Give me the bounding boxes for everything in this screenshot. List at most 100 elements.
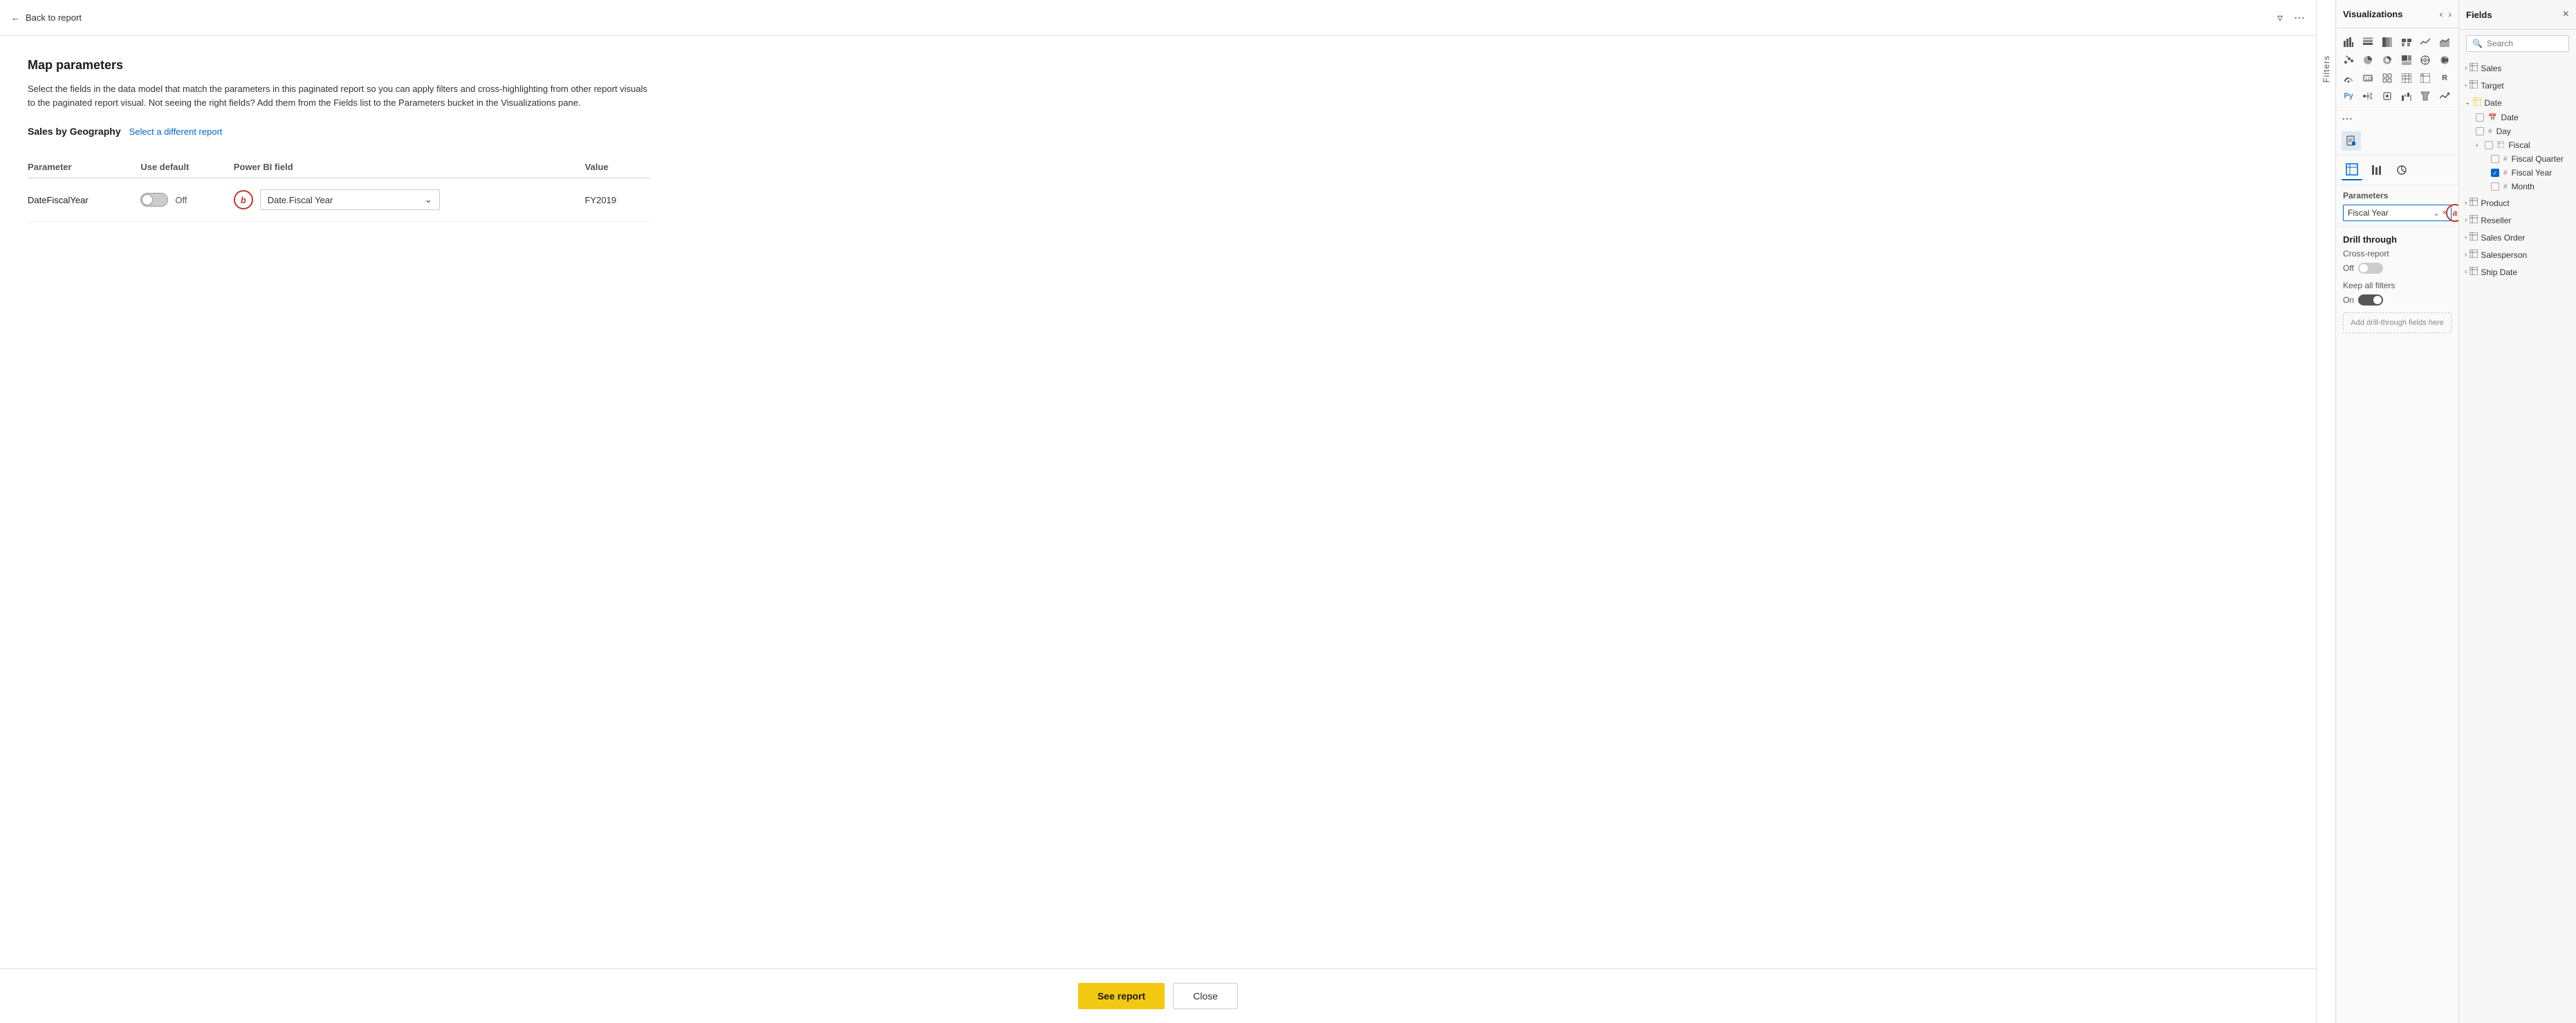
viz-icon-kpi[interactable]	[2436, 88, 2453, 104]
back-to-report-button[interactable]: ← Back to report	[11, 10, 82, 26]
viz-icon-table[interactable]	[2398, 70, 2415, 86]
field-item-fiscal-quarter[interactable]: # Fiscal Quarter	[2470, 152, 2576, 166]
viz-icon-donut-chart[interactable]	[2379, 52, 2396, 68]
viz-icon-waterfall[interactable]	[2398, 88, 2415, 104]
viz-icon-decomp-tree[interactable]	[2360, 88, 2376, 104]
viz-icon-map[interactable]	[2417, 52, 2434, 68]
fields-search-input[interactable]	[2487, 39, 2563, 48]
fields-close-button[interactable]: ×	[2563, 8, 2569, 21]
field-checkbox-month[interactable]	[2491, 182, 2499, 191]
sales-group-name: Sales	[2481, 64, 2501, 73]
params-field-box[interactable]: Fiscal Year ⌄ ×	[2343, 205, 2452, 221]
viz-header-icons: ‹ ›	[2440, 8, 2452, 19]
field-checkbox-fiscal-quarter[interactable]	[2491, 155, 2499, 163]
drill-through-section: Drill through Cross-report Off Keep all …	[2336, 227, 2458, 340]
viz-icon-gauge[interactable]	[2340, 70, 2357, 86]
report-name-label: Sales by Geography	[28, 126, 121, 137]
field-group-target-header[interactable]: › Target	[2459, 77, 2576, 93]
viz-icon-bar-chart[interactable]	[2340, 34, 2357, 50]
params-section-title: Parameters	[2343, 191, 2452, 200]
viz-icon-multi-card[interactable]	[2379, 70, 2396, 86]
field-group-sales-order-header[interactable]: › Sales Order	[2459, 229, 2576, 245]
viz-icon-clustered-bar[interactable]	[2398, 34, 2415, 50]
annotation-b: b	[234, 190, 253, 209]
bottom-actions: See report Close	[0, 968, 2316, 1023]
keep-filters-on-label: On	[2343, 295, 2354, 305]
field-group-date-header[interactable]: ⌄ Date	[2459, 95, 2576, 111]
field-group-reseller-header[interactable]: › Reseller	[2459, 212, 2576, 228]
fiscal-quarter-icon: #	[2503, 156, 2508, 163]
search-icon: 🔍	[2472, 39, 2483, 48]
viz-panel-header: Visualizations ‹ ›	[2336, 0, 2458, 28]
salesperson-group-name: Salesperson	[2481, 250, 2527, 260]
field-item-month[interactable]: # Month	[2470, 180, 2576, 194]
viz-icon-treemap[interactable]	[2398, 52, 2415, 68]
select-different-report-link[interactable]: Select a different report	[129, 126, 223, 137]
ship-date-table-icon	[2470, 267, 2478, 277]
params-field-chevron[interactable]: ⌄	[2433, 209, 2439, 218]
add-drill-through-box[interactable]: Add drill-through fields here	[2343, 312, 2452, 333]
viz-icon-line-chart[interactable]	[2417, 34, 2434, 50]
product-group-name: Product	[2481, 198, 2509, 208]
tab-fields-icon[interactable]	[2342, 160, 2362, 180]
field-group-product-header[interactable]: › Product	[2459, 195, 2576, 211]
see-report-button[interactable]: See report	[1078, 983, 1165, 1009]
viz-icon-100-bar[interactable]	[2379, 34, 2396, 50]
viz-icon-r-visual[interactable]: R	[2436, 70, 2453, 86]
parameters-table: Parameter Use default Power BI field Val…	[28, 156, 650, 222]
toggle-off-label: Off	[175, 195, 187, 205]
field-checkbox-fiscal[interactable]	[2485, 141, 2493, 149]
report-name-row: Sales by Geography Select a different re…	[28, 126, 2288, 137]
field-group-ship-date-header[interactable]: › Ship Date	[2459, 264, 2576, 280]
field-group-sales-header[interactable]: › Sales	[2459, 60, 2576, 76]
content-area: Map parameters Select the fields in the …	[0, 36, 2316, 968]
keep-filters-toggle[interactable]	[2358, 294, 2383, 306]
power-bi-field-dropdown[interactable]: Date.Fiscal Year ⌄	[260, 189, 440, 210]
sales-order-chevron-icon: ›	[2465, 234, 2467, 241]
viz-icon-matrix[interactable]	[2417, 70, 2434, 86]
tab-analytics-icon[interactable]	[2391, 160, 2412, 180]
product-chevron-icon: ›	[2465, 199, 2467, 207]
close-button[interactable]: Close	[1173, 983, 1238, 1009]
fields-search-box: 🔍	[2466, 35, 2569, 52]
viz-paginated-icon[interactable]	[2342, 131, 2361, 151]
fields-list: › Sales › Target ⌄	[2459, 57, 2576, 284]
use-default-toggle[interactable]	[140, 193, 168, 207]
viz-special-row	[2336, 127, 2458, 156]
field-item-fiscal[interactable]: › Fiscal	[2470, 138, 2576, 152]
salesperson-chevron-icon: ›	[2465, 251, 2467, 259]
field-checkbox-date[interactable]	[2476, 113, 2484, 122]
parameters-section: Parameters Fiscal Year ⌄ × a	[2336, 185, 2458, 227]
field-item-day[interactable]: # Day	[2470, 124, 2576, 138]
back-to-report-label: Back to report	[26, 12, 82, 23]
fields-header: Fields ×	[2459, 0, 2576, 30]
table-row: DateFiscalYear Off	[28, 178, 650, 222]
reseller-table-icon	[2470, 215, 2478, 225]
viz-collapse-icon[interactable]: ‹	[2440, 8, 2443, 19]
viz-icon-card[interactable]: 123	[2360, 70, 2376, 86]
field-item-fiscal-year[interactable]: ✓ # Fiscal Year	[2470, 166, 2576, 180]
filter-icon[interactable]: ▿	[2277, 11, 2283, 25]
viz-icon-funnel[interactable]	[2417, 88, 2434, 104]
viz-icon-stacked-bar[interactable]	[2360, 34, 2376, 50]
viz-icon-filled-map[interactable]	[2436, 52, 2453, 68]
viz-icon-ai-smart[interactable]	[2379, 88, 2396, 104]
sales-chevron-icon: ›	[2465, 64, 2467, 72]
viz-icon-python-visual[interactable]: Py	[2340, 88, 2357, 104]
viz-icon-area-chart[interactable]	[2436, 34, 2453, 50]
viz-icon-scatter[interactable]	[2340, 52, 2357, 68]
tab-format-icon[interactable]	[2366, 160, 2387, 180]
params-field-text: Fiscal Year	[2348, 208, 2389, 218]
cross-report-toggle[interactable]	[2358, 263, 2383, 274]
field-item-date[interactable]: 📅 Date	[2470, 111, 2576, 124]
viz-icon-pie-chart[interactable]	[2360, 52, 2376, 68]
field-checkbox-day[interactable]	[2476, 127, 2484, 135]
field-checkbox-fiscal-year[interactable]: ✓	[2491, 169, 2499, 177]
viz-more-icon[interactable]: ⋯	[2336, 111, 2458, 127]
more-options-icon[interactable]: ⋯	[2294, 11, 2305, 25]
reseller-group-name: Reseller	[2481, 216, 2511, 225]
target-chevron-icon: ›	[2465, 82, 2467, 89]
top-bar: ← Back to report ▿ ⋯	[0, 0, 2316, 36]
viz-expand-icon[interactable]: ›	[2448, 8, 2452, 19]
field-group-salesperson-header[interactable]: › Salesperson	[2459, 247, 2576, 263]
